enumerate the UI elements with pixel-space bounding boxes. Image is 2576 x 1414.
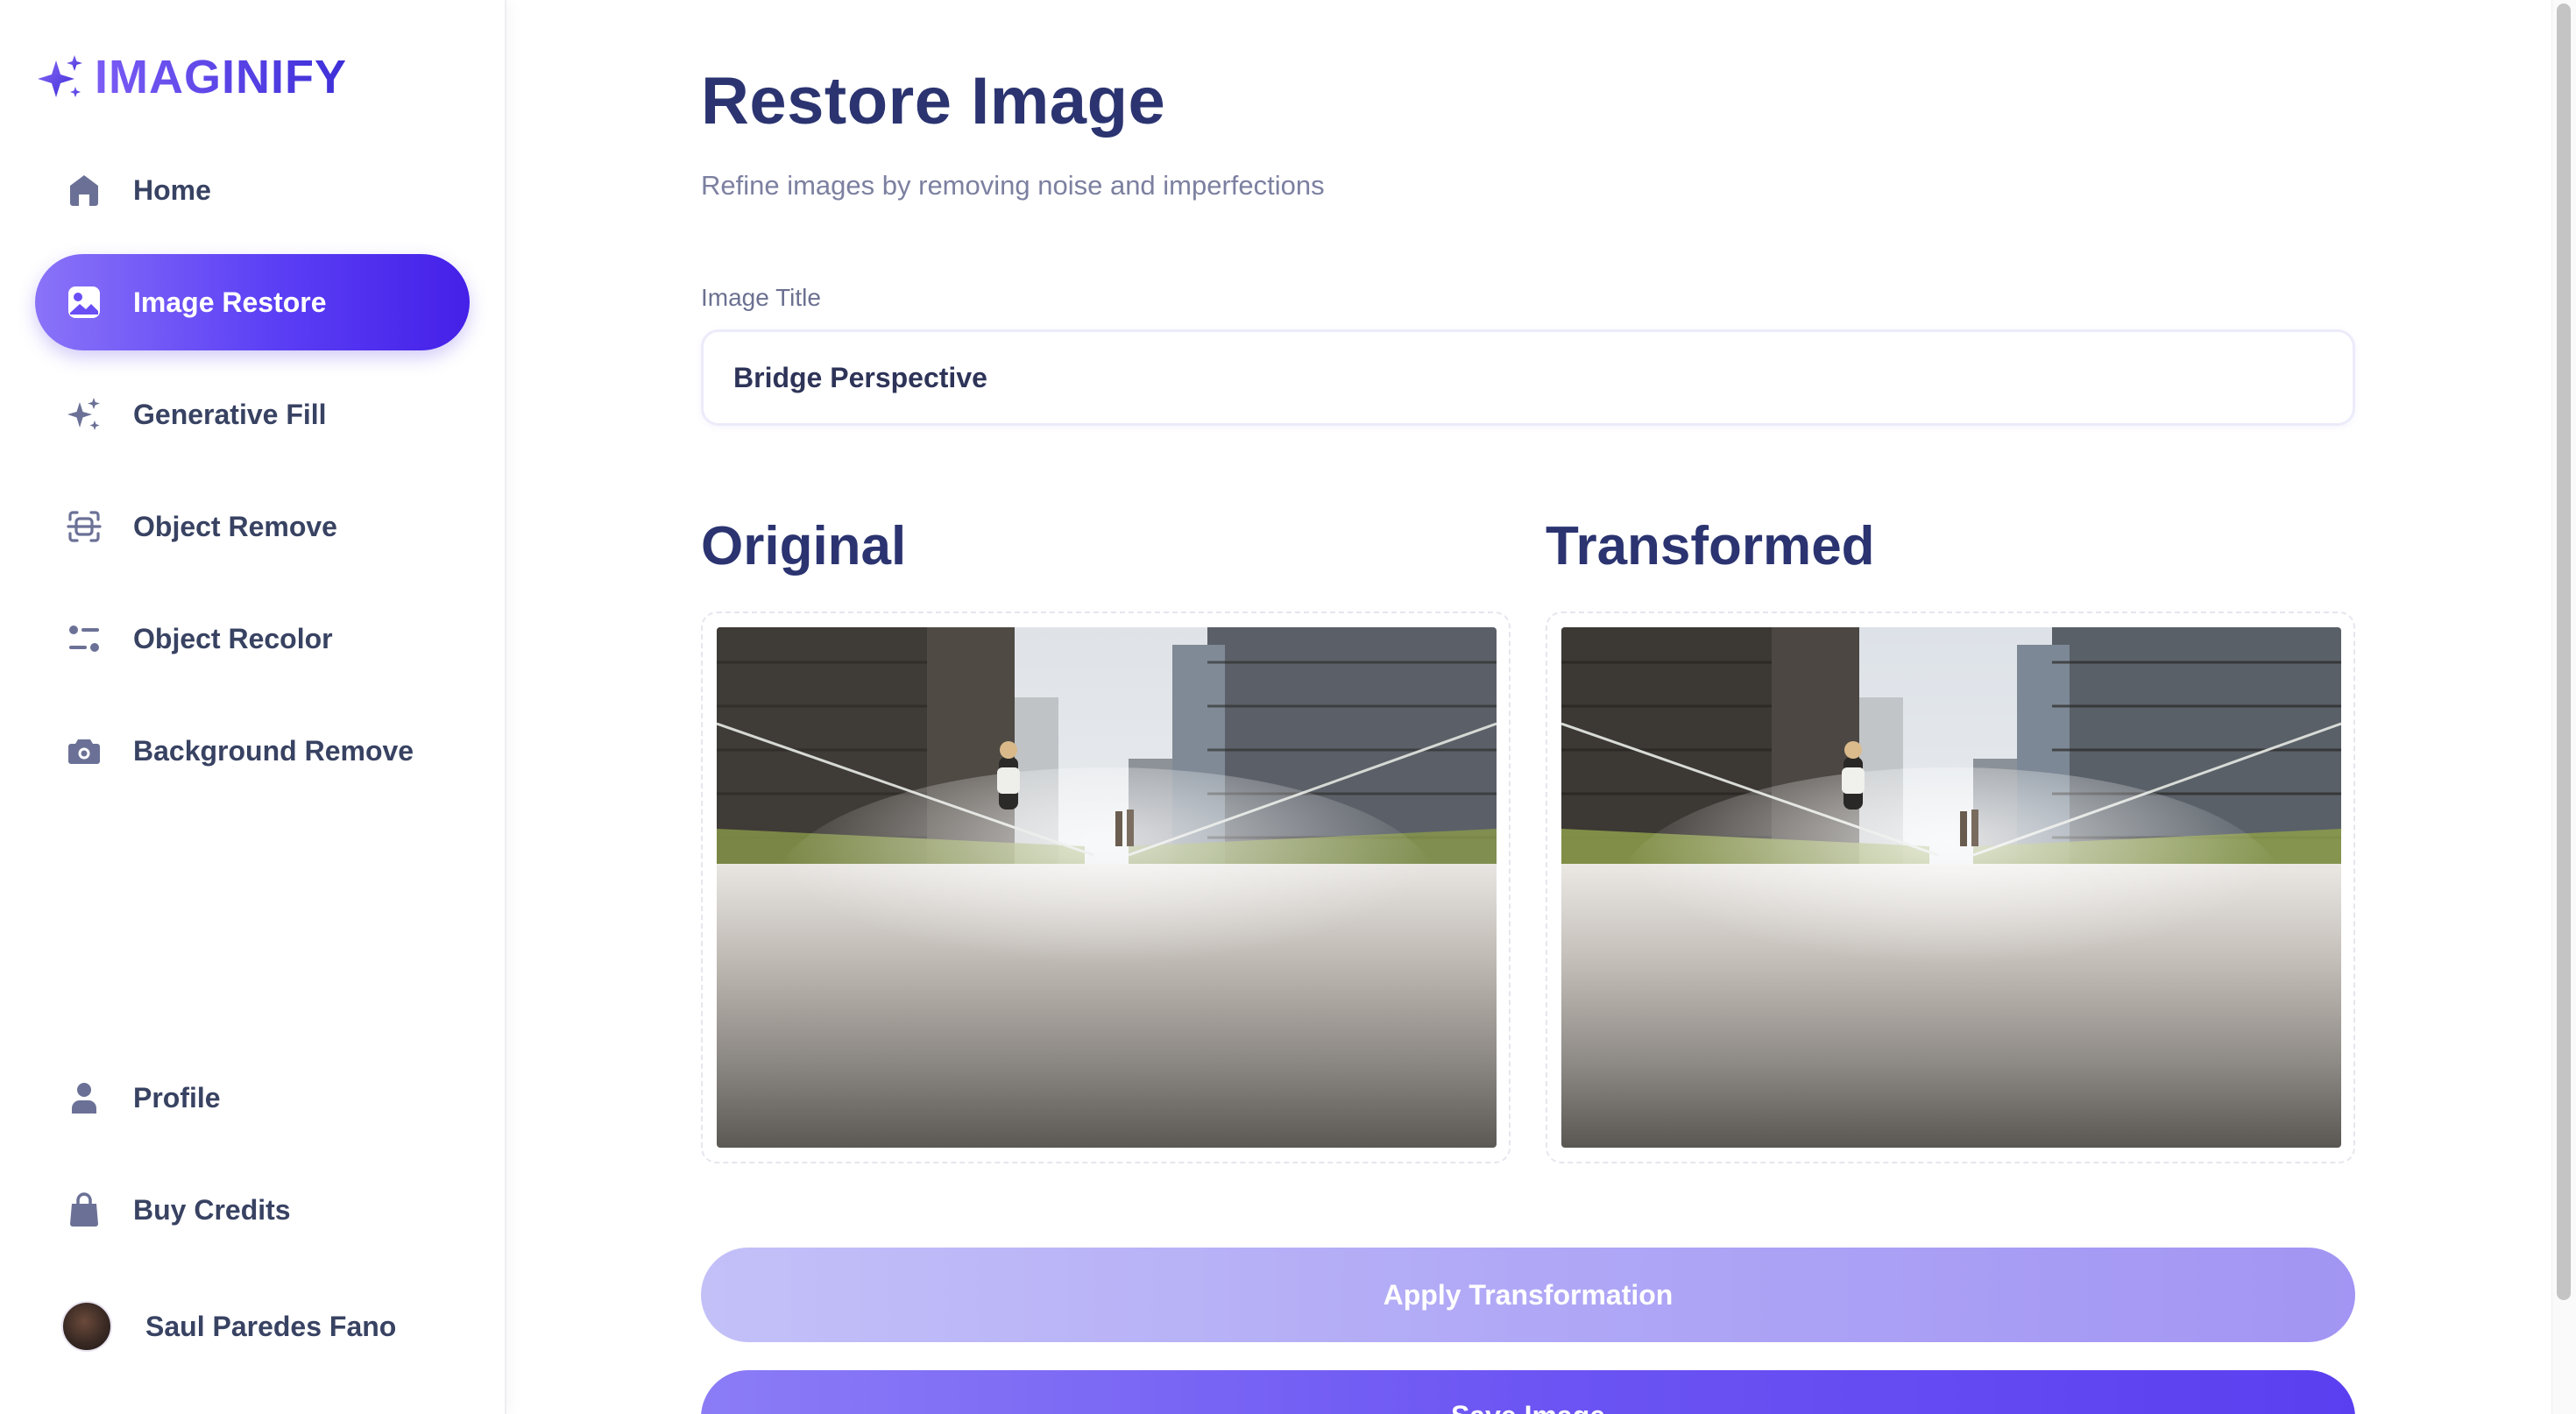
- sidebar-item-background-remove[interactable]: Background Remove: [35, 703, 470, 799]
- original-image: [717, 627, 1497, 1148]
- sidebar-item-generative-fill[interactable]: Generative Fill: [35, 366, 470, 463]
- transformed-image: [1561, 627, 2341, 1148]
- user-icon: [63, 1077, 105, 1119]
- image-icon: [63, 281, 105, 323]
- image-title-label: Image Title: [701, 284, 821, 311]
- sidebar-item-buy-credits[interactable]: Buy Credits: [35, 1162, 470, 1258]
- page-subtitle: Refine images by removing noise and impe…: [701, 170, 1325, 201]
- page-title: Restore Image: [701, 64, 1166, 138]
- sidebar-item-profile[interactable]: Profile: [35, 1050, 470, 1146]
- sidebar-item-label: Object Remove: [133, 510, 337, 542]
- user-profile-row[interactable]: Saul Paredes Fano: [61, 1300, 396, 1353]
- app-root: IMAGINIFY Home Image Restore Generative …: [0, 0, 2576, 1414]
- sidebar: IMAGINIFY Home Image Restore Generative …: [0, 0, 506, 1414]
- scrollbar[interactable]: [2551, 0, 2576, 1414]
- transformed-image-card[interactable]: [1546, 612, 2355, 1163]
- transformed-heading: Transformed: [1546, 516, 1875, 576]
- bag-icon: [63, 1189, 105, 1231]
- original-heading: Original: [701, 516, 907, 576]
- sidebar-item-object-remove[interactable]: Object Remove: [35, 478, 470, 575]
- sidebar-item-label: Background Remove: [133, 734, 414, 767]
- sidebar-item-label: Buy Credits: [133, 1193, 291, 1226]
- save-image-button[interactable]: Save Image: [701, 1370, 2355, 1414]
- sidebar-item-label: Generative Fill: [133, 398, 327, 430]
- image-title-input[interactable]: [701, 329, 2355, 426]
- brand-name: IMAGINIFY: [95, 51, 347, 103]
- home-icon: [63, 169, 105, 211]
- avatar[interactable]: [61, 1301, 112, 1352]
- sparkles-icon: [63, 393, 105, 435]
- user-name: Saul Paredes Fano: [145, 1310, 397, 1342]
- main-content: Restore Image Refine images by removing …: [701, 0, 2355, 1414]
- sidebar-item-home[interactable]: Home: [35, 142, 470, 238]
- scrollbar-thumb[interactable]: [2557, 4, 2571, 1300]
- sidebar-item-label: Image Restore: [133, 286, 327, 318]
- logo[interactable]: IMAGINIFY: [35, 49, 347, 105]
- sparkle-logo-icon: [38, 55, 82, 97]
- sidebar-item-label: Object Recolor: [133, 622, 333, 654]
- sidebar-item-object-recolor[interactable]: Object Recolor: [35, 590, 470, 687]
- sidebar-item-label: Profile: [133, 1081, 221, 1114]
- original-image-card[interactable]: [701, 612, 1511, 1163]
- apply-transformation-button[interactable]: Apply Transformation: [701, 1248, 2355, 1342]
- camera-icon: [63, 730, 105, 772]
- sidebar-item-label: Home: [133, 173, 211, 206]
- filter-icon: [63, 618, 105, 660]
- sidebar-item-image-restore[interactable]: Image Restore: [35, 254, 470, 350]
- scan-icon: [63, 506, 105, 548]
